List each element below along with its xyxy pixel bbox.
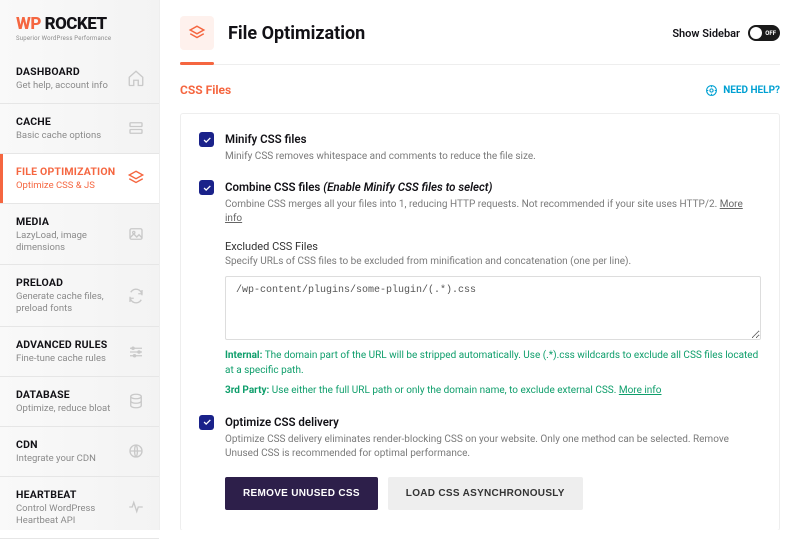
- show-sidebar-toggle[interactable]: OFF: [748, 25, 780, 41]
- sidebar-item-label: MEDIA: [16, 215, 121, 228]
- sidebar-item-desc: Integrate your CDN: [16, 453, 121, 465]
- combine-css-checkbox[interactable]: [199, 180, 214, 195]
- option-optimize-css-delivery: Optimize CSS delivery Optimize CSS deliv…: [199, 415, 761, 461]
- load-css-async-button[interactable]: LOAD CSS ASYNCHRONOUSLY: [388, 477, 583, 510]
- sidebar-item-label: HEARTBEAT: [16, 488, 121, 501]
- toggle-state: OFF: [765, 30, 776, 37]
- optimize-css-checkbox[interactable]: [199, 415, 214, 430]
- combine-css-label: Combine CSS files (Enable Minify CSS fil…: [225, 180, 761, 194]
- sidebar-item-dashboard[interactable]: DASHBOARD Get help, account info: [0, 54, 159, 104]
- sidebar-item-heartbeat[interactable]: HEARTBEAT Control WordPress Heartbeat AP…: [0, 477, 159, 539]
- page-title: File Optimization: [228, 23, 658, 44]
- sidebar-item-desc: Control WordPress Heartbeat API: [16, 503, 121, 527]
- sliders-icon: [127, 343, 145, 361]
- logo-wp: WP: [16, 14, 41, 34]
- logo: WP ROCKET Superior WordPress Performance: [0, 0, 159, 54]
- optimize-css-desc: Optimize CSS delivery eliminates render-…: [225, 433, 761, 461]
- sidebar-item-label: DASHBOARD: [16, 65, 121, 78]
- sidebar-item-desc: Generate cache files, preload fonts: [16, 291, 121, 315]
- need-help-link[interactable]: NEED HELP?: [705, 84, 780, 97]
- sidebar-item-desc: Fine-tune cache rules: [16, 353, 121, 365]
- excluded-note-internal: Internal: The domain part of the URL wil…: [225, 349, 761, 378]
- need-help-label: NEED HELP?: [723, 85, 780, 96]
- option-combine-css: Combine CSS files (Enable Minify CSS fil…: [199, 180, 761, 399]
- logo-tagline: Superior WordPress Performance: [16, 35, 143, 42]
- database-icon: [127, 392, 145, 410]
- home-icon: [127, 69, 145, 87]
- show-sidebar-label: Show Sidebar: [672, 27, 740, 40]
- minify-css-checkbox[interactable]: [199, 132, 214, 147]
- sidebar: WP ROCKET Superior WordPress Performance…: [0, 0, 160, 530]
- remove-unused-css-button[interactable]: REMOVE UNUSED CSS: [225, 477, 378, 510]
- globe-icon: [127, 442, 145, 460]
- sidebar-item-desc: LazyLoad, image dimensions: [16, 230, 121, 254]
- optimize-css-label: Optimize CSS delivery: [225, 415, 761, 429]
- cache-icon: [127, 119, 145, 137]
- section-title: CSS Files: [180, 83, 231, 97]
- sidebar-item-label: CDN: [16, 438, 121, 451]
- show-sidebar-control: Show Sidebar OFF: [672, 25, 780, 41]
- content: CSS Files NEED HELP? Minify CSS files Mi…: [160, 65, 800, 530]
- sidebar-item-desc: Optimize CSS & JS: [16, 180, 121, 192]
- sidebar-item-advanced-rules[interactable]: ADVANCED RULES Fine-tune cache rules: [0, 327, 159, 377]
- excluded-title: Excluded CSS Files: [225, 240, 761, 253]
- sidebar-item-desc: Optimize, reduce bloat: [16, 403, 121, 415]
- sidebar-item-label: CACHE: [16, 115, 121, 128]
- sidebar-item-cache[interactable]: CACHE Basic cache options: [0, 104, 159, 154]
- logo-rocket: ROCKET: [45, 14, 107, 34]
- nav: DASHBOARD Get help, account info CACHE B…: [0, 54, 159, 539]
- layers-icon: [127, 169, 145, 187]
- more-info-link[interactable]: More info: [619, 385, 662, 396]
- excluded-css-textarea[interactable]: [225, 276, 761, 340]
- header: File Optimization Show Sidebar OFF: [160, 0, 800, 50]
- layers-icon: [180, 16, 214, 50]
- minify-css-desc: Minify CSS removes whitespace and commen…: [225, 150, 761, 164]
- sidebar-item-label: PRELOAD: [16, 276, 121, 289]
- help-icon: [705, 84, 718, 97]
- sidebar-item-preload[interactable]: PRELOAD Generate cache files, preload fo…: [0, 265, 159, 327]
- sidebar-item-label: DATABASE: [16, 388, 121, 401]
- sidebar-item-database[interactable]: DATABASE Optimize, reduce bloat: [0, 377, 159, 427]
- sidebar-item-cdn[interactable]: CDN Integrate your CDN: [0, 427, 159, 477]
- image-icon: [127, 225, 145, 243]
- main: File Optimization Show Sidebar OFF CSS F…: [160, 0, 800, 530]
- excluded-note-thirdparty: 3rd Party: Use either the full URL path …: [225, 384, 761, 399]
- sidebar-item-file-optimization[interactable]: FILE OPTIMIZATION Optimize CSS & JS: [0, 154, 159, 204]
- sidebar-item-label: FILE OPTIMIZATION: [16, 165, 121, 178]
- combine-css-desc: Combine CSS merges all your files into 1…: [225, 198, 761, 226]
- sidebar-item-media[interactable]: MEDIA LazyLoad, image dimensions: [0, 204, 159, 266]
- excluded-css-block: Excluded CSS Files Specify URLs of CSS f…: [225, 240, 761, 399]
- sidebar-item-desc: Basic cache options: [16, 130, 121, 142]
- heartbeat-icon: [127, 498, 145, 516]
- excluded-desc: Specify URLs of CSS files to be excluded…: [225, 256, 761, 267]
- css-files-panel: Minify CSS files Minify CSS removes whit…: [180, 113, 780, 530]
- sidebar-item-desc: Get help, account info: [16, 80, 121, 92]
- option-minify-css: Minify CSS files Minify CSS removes whit…: [199, 132, 761, 164]
- sidebar-item-label: ADVANCED RULES: [16, 338, 121, 351]
- refresh-icon: [127, 287, 145, 305]
- minify-css-label: Minify CSS files: [225, 132, 761, 146]
